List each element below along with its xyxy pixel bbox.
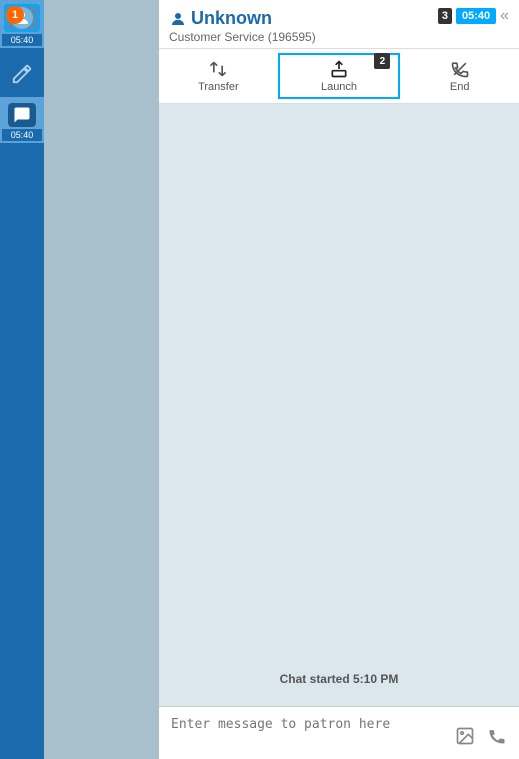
edit-icon — [11, 63, 33, 85]
launch-badge: 2 — [374, 53, 390, 69]
message-input[interactable] — [167, 713, 447, 753]
transfer-icon — [208, 59, 228, 79]
phone-button[interactable] — [483, 722, 511, 753]
sidebar-chat-icon-item[interactable]: 05:40 — [0, 97, 44, 143]
notification-badge: 1 — [6, 6, 24, 24]
header-timer: 05:40 — [456, 8, 496, 24]
chat-header: Unknown Customer Service (196595) 3 05:4… — [159, 0, 519, 49]
header-right: 3 05:40 « — [438, 8, 509, 24]
header-name-row: Unknown — [169, 8, 316, 29]
phone-icon — [487, 726, 507, 746]
end-icon — [450, 59, 470, 79]
header-name: Unknown — [191, 8, 272, 29]
launch-icon — [329, 59, 349, 79]
launch-button[interactable]: 2 Launch — [278, 53, 401, 99]
sidebar-chat-icon-time: 05:40 — [2, 129, 42, 141]
launch-label: Launch — [321, 81, 357, 93]
transfer-button[interactable]: Transfer — [159, 53, 278, 99]
sidebar-chat-item[interactable]: 05:40 — [0, 0, 44, 49]
chat-started-label: Chat started 5:10 PM — [169, 672, 509, 686]
chat-icon — [13, 106, 31, 124]
chat-toolbar: Transfer 2 Launch End — [159, 49, 519, 104]
panel-area — [44, 0, 159, 759]
header-number-badge: 3 — [438, 8, 452, 24]
end-button[interactable]: End — [400, 53, 519, 99]
chat-messages: Chat started 5:10 PM — [159, 104, 519, 706]
end-label: End — [450, 81, 470, 93]
image-icon — [455, 726, 475, 746]
header-person-icon — [169, 10, 187, 28]
header-left: Unknown Customer Service (196595) — [169, 8, 316, 44]
chat-bubble-icon — [8, 103, 36, 127]
collapse-button[interactable]: « — [500, 8, 509, 24]
left-sidebar: 1 05:40 05:40 — [0, 0, 44, 759]
sidebar-edit-icon-item[interactable] — [0, 55, 44, 93]
main-chat-area: Unknown Customer Service (196595) 3 05:4… — [159, 0, 519, 759]
image-send-button[interactable] — [451, 722, 479, 753]
sidebar-chat-time: 05:40 — [2, 34, 42, 46]
chat-input-area — [159, 706, 519, 759]
header-subtitle: Customer Service (196595) — [169, 30, 316, 44]
transfer-label: Transfer — [198, 81, 239, 93]
